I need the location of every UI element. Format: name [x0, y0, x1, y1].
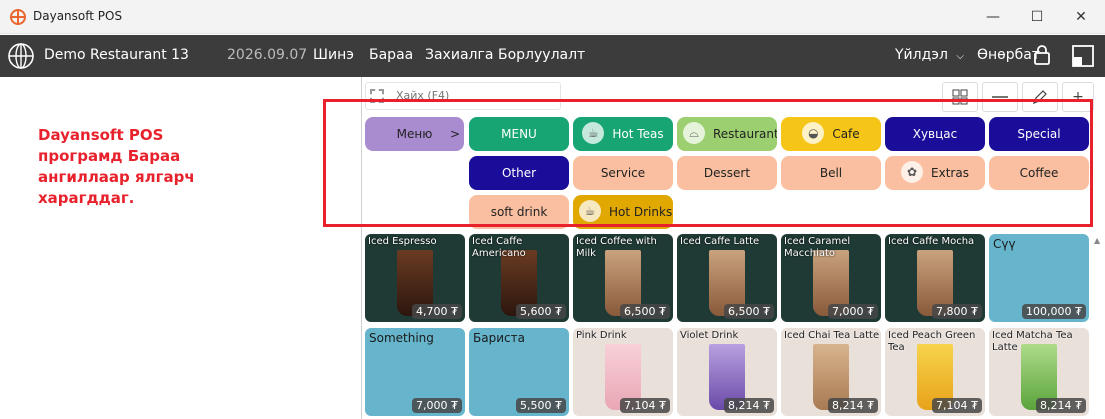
- product-price: 5,600 ₮: [516, 304, 566, 319]
- product-name: Сүү: [993, 237, 1016, 251]
- product-name: Бариста: [473, 331, 525, 345]
- product-name: Iced Caffe Latte: [680, 236, 760, 247]
- operations-dropdown[interactable]: Үйлдэл ⌵: [895, 47, 964, 63]
- product-name: Iced Peach Green Tea: [888, 330, 976, 353]
- product-name: Pink Drink: [576, 330, 627, 341]
- operations-label: Үйлдэл: [895, 47, 948, 63]
- globe-icon: [8, 43, 34, 69]
- product-price: 5,500 ₮: [516, 398, 566, 413]
- product-card[interactable]: Iced Espresso 4,700 ₮: [365, 234, 465, 322]
- product-price: 8,214 ₮: [724, 398, 774, 413]
- product-name: Iced Caffe Americano: [472, 236, 526, 259]
- product-card[interactable]: Сүү 100,000 ₮: [989, 234, 1089, 322]
- product-card[interactable]: Iced Caffe Latte 6,500 ₮: [677, 234, 777, 322]
- product-card[interactable]: Iced Coffee with Milk 6,500 ₮: [573, 234, 673, 322]
- nav-orders[interactable]: Захиалга: [425, 47, 493, 63]
- window-title: Dayansoft POS: [33, 9, 123, 23]
- product-card[interactable]: Бариста 5,500 ₮: [469, 328, 569, 416]
- nav-sales[interactable]: Борлуулалт: [498, 47, 585, 63]
- scroll-up-icon[interactable]: ▲: [1094, 236, 1100, 245]
- current-date: 2026.09.07: [227, 47, 308, 63]
- lock-icon[interactable]: [1033, 44, 1051, 66]
- product-price: 7,104 ₮: [620, 398, 670, 413]
- fullscreen-icon[interactable]: [1072, 45, 1094, 67]
- app-logo-icon: [10, 9, 26, 25]
- product-name: Iced Caffe Mocha: [888, 236, 975, 247]
- product-name: Iced Caramel Macchiato: [784, 236, 851, 259]
- nav-new[interactable]: Шинэ: [313, 47, 354, 63]
- product-price: 6,500 ₮: [724, 304, 774, 319]
- product-card[interactable]: Iced Caramel Macchiato 7,000 ₮: [781, 234, 881, 322]
- product-card[interactable]: Iced Caffe Americano 5,600 ₮: [469, 234, 569, 322]
- restaurant-name[interactable]: Demo Restaurant 13: [44, 47, 189, 63]
- product-price: 8,214 ₮: [1036, 398, 1086, 413]
- product-price: 7,800 ₮: [932, 304, 982, 319]
- highlight-frame: [323, 99, 1093, 227]
- window-titlebar: Dayansoft POS — ☐ ✕: [0, 0, 1105, 34]
- product-price: 8,214 ₮: [828, 398, 878, 413]
- product-card[interactable]: Violet Drink 8,214 ₮: [677, 328, 777, 416]
- minimize-button[interactable]: —: [978, 6, 1008, 28]
- product-card[interactable]: Iced Matcha Tea Latte 8,214 ₮: [989, 328, 1089, 416]
- annotation-note: Dayansoft POS програмд Бараа ангиллаар я…: [38, 126, 195, 207]
- nav-items[interactable]: Бараа: [369, 47, 413, 63]
- product-name: Violet Drink: [680, 330, 739, 341]
- product-price: 7,000 ₮: [828, 304, 878, 319]
- product-price: 7,104 ₮: [932, 398, 982, 413]
- product-card[interactable]: Something 7,000 ₮: [365, 328, 465, 416]
- maximize-button[interactable]: ☐: [1022, 6, 1052, 28]
- product-price: 4,700 ₮: [412, 304, 462, 319]
- user-name[interactable]: Өнөрбат: [977, 47, 1040, 63]
- product-card[interactable]: Iced Chai Tea Latte 8,214 ₮: [781, 328, 881, 416]
- top-navbar: Demo Restaurant 13 2026.09.07 Шинэ Бараа…: [0, 35, 1105, 77]
- product-card[interactable]: Pink Drink 7,104 ₮: [573, 328, 673, 416]
- product-price: 7,000 ₮: [412, 398, 462, 413]
- product-card[interactable]: Iced Peach Green Tea 7,104 ₮: [885, 328, 985, 416]
- close-button[interactable]: ✕: [1066, 6, 1096, 28]
- product-name: Something: [369, 331, 434, 345]
- product-card[interactable]: Iced Caffe Mocha 7,800 ₮: [885, 234, 985, 322]
- product-name: Iced Chai Tea Latte: [784, 330, 880, 341]
- product-name: Iced Matcha Tea Latte: [992, 330, 1073, 353]
- product-price: 6,500 ₮: [620, 304, 670, 319]
- product-name: Iced Espresso: [368, 236, 437, 247]
- chevron-down-icon: ⌵: [956, 51, 964, 62]
- product-name: Iced Coffee with Milk: [576, 236, 657, 259]
- product-price: 100,000 ₮: [1022, 304, 1086, 319]
